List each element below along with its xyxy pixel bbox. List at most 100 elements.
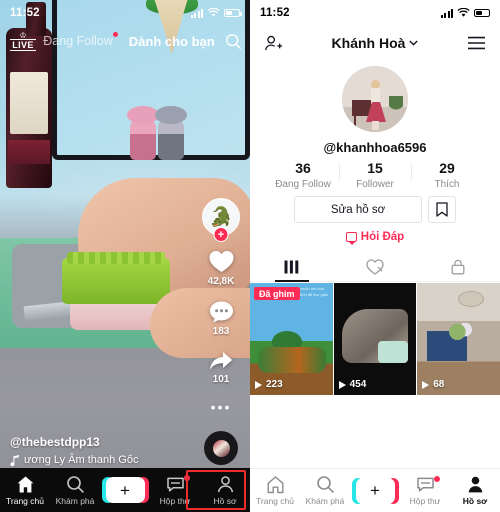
- comment-button[interactable]: 183: [209, 300, 234, 337]
- bookmark-button[interactable]: [428, 196, 456, 223]
- nav-item-hop-thu[interactable]: Hộp thư: [150, 468, 200, 512]
- profile-content-tabs: [250, 252, 500, 282]
- video-scene-green-slicer: [62, 252, 170, 304]
- live-badge[interactable]: ♔ LIVE: [8, 27, 38, 55]
- tab-dang-follow[interactable]: Đang Follow: [43, 32, 118, 48]
- profile-actions: Sửa hồ sơ: [250, 196, 500, 223]
- live-label: LIVE: [10, 38, 36, 51]
- status-indicators: [190, 8, 242, 18]
- stat-thich-label: Thích: [434, 179, 460, 190]
- share-arrow-icon: [209, 352, 233, 370]
- plus-create-icon[interactable]: +: [351, 477, 399, 504]
- home-icon: [267, 476, 283, 494]
- feed-action-rail: 🐊 + 42,8K 183 101 •••: [198, 198, 244, 465]
- nav-label-hop-thu: Hộp thư: [409, 496, 441, 506]
- tab-private-videos[interactable]: [417, 252, 500, 281]
- like-button[interactable]: 42,8K: [208, 249, 235, 287]
- nav-item-kham-pha[interactable]: Khám phá: [300, 469, 350, 512]
- video-music-row[interactable]: ương Ly Âm thanh Gốc: [10, 454, 195, 466]
- stat-dang-follow-value: 36: [295, 160, 311, 176]
- video-author-username[interactable]: @thebestdpp13: [10, 435, 195, 449]
- video-scene-doll-pink: [127, 106, 159, 160]
- video-scene-food: [70, 300, 162, 330]
- nav-item-hop-thu[interactable]: Hộp thư: [400, 469, 450, 512]
- more-dots-icon[interactable]: •••: [211, 399, 232, 415]
- nav-item-ho-so[interactable]: Hồ sơ: [200, 468, 250, 512]
- stat-thich-value: 29: [439, 160, 455, 176]
- profile-header: Khánh Hoà: [250, 26, 500, 60]
- tab-liked-videos[interactable]: [333, 252, 416, 281]
- profile-title-text: Khánh Hoà: [331, 35, 406, 51]
- add-person-icon[interactable]: [264, 34, 283, 53]
- video-scene-bottle-label: [10, 72, 48, 134]
- nav-item-trang-chu[interactable]: Trang chủ: [0, 468, 50, 512]
- stat-thich[interactable]: 29 Thích: [411, 160, 483, 190]
- profile-stats: 36 Đang Follow 15 Follower 29 Thích: [250, 160, 500, 190]
- follow-plus-button[interactable]: +: [213, 227, 229, 242]
- inbox-icon: [416, 477, 434, 492]
- profile-avatar-photo[interactable]: [342, 66, 408, 132]
- qa-link[interactable]: Hỏi Đáp: [250, 231, 500, 245]
- bottom-navigation: Trang chủ Khám phá + Hộp thư Hồ sơ: [0, 468, 250, 512]
- music-disc-icon[interactable]: [204, 431, 238, 465]
- hamburger-menu-icon[interactable]: [467, 36, 486, 50]
- stat-follower-label: Follower: [356, 179, 394, 190]
- stat-dang-follow[interactable]: 36 Đang Follow: [267, 160, 339, 190]
- nav-label-kham-pha: Khám phá: [55, 495, 95, 506]
- grid-videos-icon: [284, 260, 299, 273]
- plus-create-icon[interactable]: +: [101, 477, 149, 503]
- nav-label-ho-so: Hồ sơ: [462, 496, 488, 506]
- tab-dang-follow-label: Đang Follow: [43, 34, 113, 48]
- nav-label-trang-chu: Trang chủ: [6, 495, 44, 506]
- inbox-notification-dot: [184, 475, 190, 481]
- chevron-down-icon: [409, 40, 419, 46]
- status-bar: 11:52: [0, 0, 250, 26]
- stat-follower[interactable]: 15 Follower: [339, 160, 411, 190]
- comment-icon: [209, 301, 233, 323]
- profile-title[interactable]: Khánh Hoà: [332, 35, 419, 51]
- play-icon: [338, 380, 346, 389]
- video-view-count: 223: [255, 379, 283, 390]
- video-thumbnail[interactable]: Đã ghim khi bạn muốn tìm một nơi yên tĩn…: [250, 283, 333, 395]
- video-view-count-value: 68: [433, 379, 445, 390]
- search-icon: [66, 475, 84, 493]
- video-thumbnail[interactable]: 68: [417, 283, 500, 395]
- nav-item-trang-chu[interactable]: Trang chủ: [250, 469, 300, 512]
- edit-profile-button[interactable]: Sửa hồ sơ: [294, 196, 422, 223]
- nav-item-create[interactable]: +: [350, 469, 400, 512]
- video-music-title: ương Ly Âm thanh Gốc: [24, 454, 139, 466]
- nav-label-hop-thu: Hộp thư: [159, 495, 191, 506]
- play-icon: [255, 380, 262, 389]
- video-thumbnail[interactable]: 454: [333, 283, 417, 395]
- signal-bars-icon: [440, 8, 453, 18]
- nav-item-create[interactable]: +: [100, 468, 150, 512]
- bottom-navigation: Trang chủ Khám phá + Hộp thư Hồ sơ: [250, 468, 500, 512]
- home-icon: [17, 476, 33, 492]
- video-scene-bottle-label-lower: [8, 140, 50, 164]
- feed-top-bar: ♔ LIVE Đang Follow Dành cho bạn: [0, 26, 250, 56]
- status-indicators: [440, 8, 492, 18]
- nav-label-kham-pha: Khám phá: [305, 496, 345, 506]
- profile-person-icon: [217, 475, 233, 492]
- video-caption: @thebestdpp13 ương Ly Âm thanh Gốc: [10, 435, 195, 466]
- bookmark-icon: [436, 202, 448, 217]
- tab-notification-dot: [112, 32, 118, 37]
- stat-follower-value: 15: [367, 160, 383, 176]
- creator-avatar-crocodile[interactable]: 🐊 +: [202, 198, 240, 242]
- comment-count: 183: [212, 326, 230, 337]
- tab-videos-grid[interactable]: [250, 252, 333, 281]
- battery-icon: [224, 8, 242, 18]
- nav-item-kham-pha[interactable]: Khám phá: [50, 468, 100, 512]
- inbox-notification-dot: [434, 476, 440, 482]
- nav-item-ho-so[interactable]: Hồ sơ: [450, 469, 500, 512]
- tab-danh-cho-ban[interactable]: Dành cho bạn: [129, 34, 215, 49]
- qa-bubble-icon: [345, 232, 357, 245]
- nav-label-ho-so: Hồ sơ: [213, 495, 237, 506]
- share-count: 101: [212, 374, 230, 385]
- battery-icon: [474, 8, 492, 18]
- share-button[interactable]: 101: [208, 350, 234, 385]
- search-icon[interactable]: [220, 33, 242, 50]
- heart-icon: [209, 251, 233, 272]
- like-count: 42,8K: [207, 276, 235, 287]
- status-time: 11:52: [10, 7, 40, 19]
